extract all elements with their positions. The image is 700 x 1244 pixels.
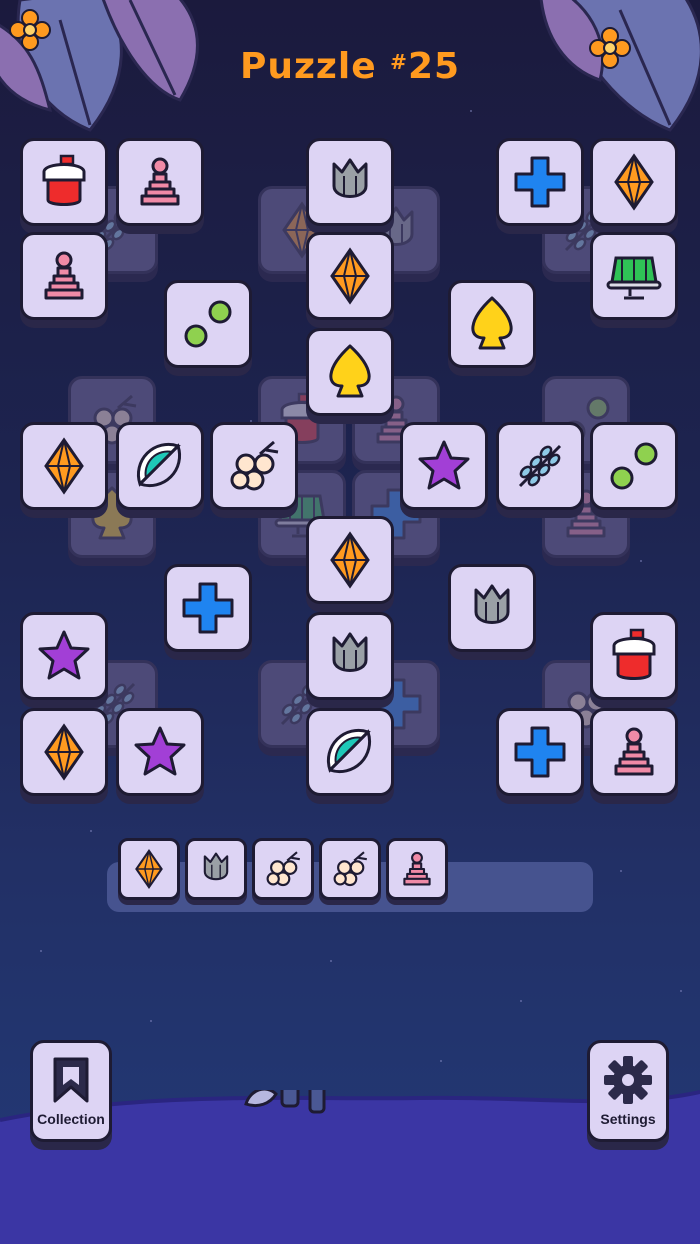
tile-plus[interactable] [496, 708, 584, 796]
diamond-icon [614, 154, 654, 210]
tile-spade[interactable] [306, 328, 394, 416]
pawn-icon [140, 157, 180, 206]
tulip-icon [203, 852, 229, 881]
tile-tulip[interactable] [306, 138, 394, 226]
lime-slice-icon [136, 442, 182, 488]
tile-tulip[interactable] [448, 564, 536, 652]
tile-pawn[interactable] [590, 708, 678, 796]
potion-icon [612, 628, 656, 680]
tile-diamond[interactable] [306, 516, 394, 604]
leaves-icon [517, 443, 563, 489]
berries-icon [333, 851, 368, 887]
tile-diamond[interactable] [590, 138, 678, 226]
tray-tile-pawn [386, 838, 448, 900]
two-dots-icon [610, 442, 658, 490]
diamond-icon [135, 849, 163, 889]
tile-berries[interactable] [210, 422, 298, 510]
tile-lime-slice[interactable] [306, 708, 394, 796]
tile-star[interactable] [116, 708, 204, 796]
pawn-icon [44, 251, 84, 300]
tile-potion[interactable] [590, 612, 678, 700]
plus-icon [514, 726, 566, 778]
puzzle-title: Puzzle #25 [0, 46, 700, 87]
tile-star[interactable] [20, 612, 108, 700]
tile-spade[interactable] [448, 280, 536, 368]
diamond-icon [44, 724, 84, 780]
settings-label: Settings [600, 1111, 656, 1127]
title-number: 25 [407, 46, 461, 87]
title-word: Puzzle [239, 46, 377, 87]
gear-icon [604, 1056, 652, 1104]
tile-plus[interactable] [164, 564, 252, 652]
tile-diamond[interactable] [20, 708, 108, 796]
tile-star[interactable] [400, 422, 488, 510]
tray-tile-tulip [185, 838, 247, 900]
pawn-icon [614, 727, 654, 776]
tulip-icon [332, 158, 368, 198]
lime-slice-icon [326, 728, 372, 774]
tile-jelly[interactable] [590, 232, 678, 320]
bookmark-icon [53, 1057, 89, 1103]
tile-diamond[interactable] [20, 422, 108, 510]
tile-lime-slice[interactable] [116, 422, 204, 510]
potion-icon [42, 154, 86, 206]
tile-pawn[interactable] [116, 138, 204, 226]
berries-icon [266, 851, 301, 887]
tray-tile-berries [319, 838, 381, 900]
jelly-icon [606, 256, 662, 300]
tile-leaves[interactable] [496, 422, 584, 510]
collection-button[interactable]: Collection [30, 1040, 112, 1142]
star-icon [134, 726, 186, 776]
tile-diamond[interactable] [306, 232, 394, 320]
plus-icon [182, 582, 234, 634]
plus-icon [514, 156, 566, 208]
tile-potion[interactable] [20, 138, 108, 226]
diamond-icon [44, 438, 84, 494]
collection-label: Collection [37, 1111, 105, 1127]
pawn-icon [403, 851, 431, 886]
spade-icon [329, 344, 371, 398]
star-icon [38, 630, 90, 680]
tile-pawn[interactable] [20, 232, 108, 320]
tile-plus[interactable] [496, 138, 584, 226]
two-dots-icon [184, 300, 232, 348]
title-hash: # [390, 50, 408, 74]
diamond-icon [330, 532, 370, 588]
tulip-icon [332, 632, 368, 672]
diamond-icon [330, 248, 370, 304]
tulip-icon [474, 584, 510, 624]
tile-tulip[interactable] [306, 612, 394, 700]
star-icon [418, 440, 470, 490]
tile-two-dots[interactable] [590, 422, 678, 510]
tray-tile-diamond [118, 838, 180, 900]
berries-icon [230, 440, 280, 491]
settings-button[interactable]: Settings [587, 1040, 669, 1142]
tile-two-dots[interactable] [164, 280, 252, 368]
spade-icon [471, 296, 513, 350]
tray-tile-berries [252, 838, 314, 900]
